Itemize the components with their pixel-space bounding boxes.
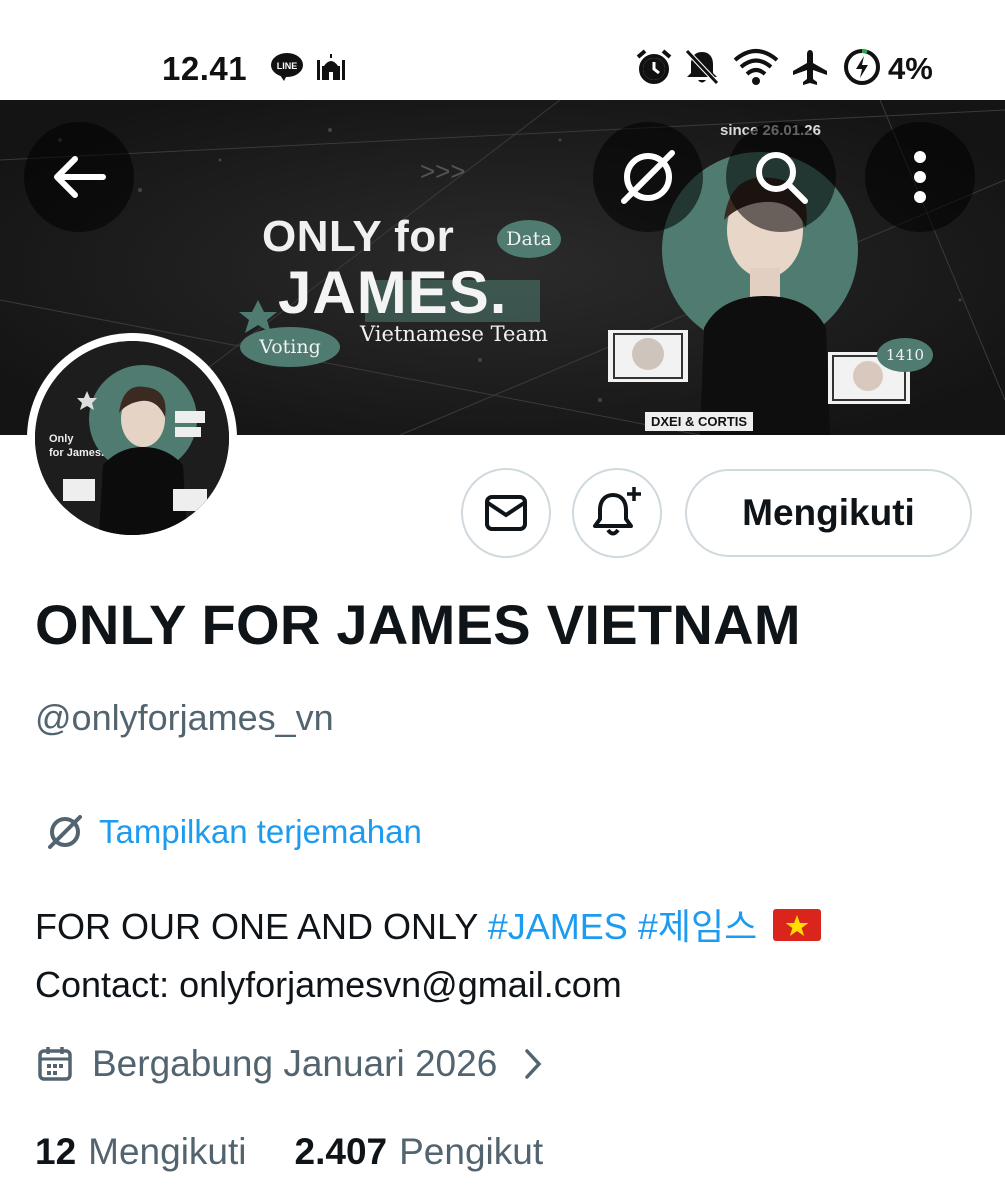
wifi-icon bbox=[733, 49, 779, 85]
translate-globe-icon bbox=[48, 815, 82, 849]
bell-plus-icon bbox=[593, 487, 641, 536]
alarm-icon bbox=[636, 49, 672, 84]
mosque-icon bbox=[317, 54, 345, 80]
search-icon bbox=[756, 152, 808, 204]
banner-voting-pill: Voting bbox=[240, 327, 340, 367]
status-time: 12.41 bbox=[162, 50, 248, 87]
join-date-row[interactable]: Bergabung Januari 2026 bbox=[38, 1043, 543, 1085]
notifications-button[interactable] bbox=[572, 468, 662, 558]
bio-line-1: FOR OUR ONE AND ONLY #JAMES #제임스 bbox=[35, 898, 822, 956]
envelope-icon bbox=[485, 495, 527, 531]
battery-percent: 4% bbox=[888, 51, 933, 86]
avatar-image: Only for James. bbox=[35, 341, 229, 535]
banner-number-badge: 1410 bbox=[877, 338, 933, 372]
banner-data-pill: Data bbox=[497, 220, 561, 258]
follow-stats: 12 Mengikuti 2.407 Pengikut bbox=[35, 1131, 543, 1173]
banner-thumb-left bbox=[608, 330, 688, 382]
back-button[interactable] bbox=[24, 122, 134, 232]
following-label: Mengikuti bbox=[88, 1131, 247, 1172]
battery-charging-icon bbox=[844, 49, 880, 85]
followers-count: 2.407 bbox=[294, 1131, 388, 1172]
line-badge-text: LINE bbox=[277, 61, 298, 71]
hashtag-link-korean[interactable]: #제임스 bbox=[638, 906, 757, 947]
banner-brand-tag: DXEI & CORTIS bbox=[645, 412, 754, 431]
translate-globe-icon bbox=[621, 150, 675, 204]
following-button[interactable]: Mengikuti bbox=[685, 469, 972, 557]
message-button[interactable] bbox=[461, 468, 551, 558]
avatar-caption-line1: Only bbox=[49, 433, 74, 445]
banner-team-text: Vietnamese Team bbox=[360, 322, 548, 346]
svg-text:>>>: >>> bbox=[420, 156, 466, 186]
profile-bio: FOR OUR ONE AND ONLY #JAMES #제임스 Contact… bbox=[35, 898, 822, 1014]
join-date-text: Bergabung Januari 2026 bbox=[92, 1043, 498, 1084]
profile-avatar[interactable]: Only for James. bbox=[27, 333, 237, 543]
display-name: ONLY FOR JAMES VIETNAM bbox=[35, 593, 801, 656]
followers-stat-link[interactable]: 2.407 Pengikut bbox=[295, 1131, 544, 1173]
hashtag-link-james[interactable]: #JAMES bbox=[488, 906, 628, 947]
profile-handle: @onlyforjames_vn bbox=[35, 697, 334, 738]
line-icon: LINE bbox=[271, 53, 303, 81]
bell-off-icon bbox=[685, 49, 719, 85]
followers-label: Pengikut bbox=[399, 1131, 544, 1172]
chevron-right-icon bbox=[525, 1049, 542, 1079]
following-count: 12 bbox=[35, 1131, 77, 1172]
translate-label: Tampilkan terjemahan bbox=[99, 813, 422, 850]
status-bar: 12.41 LINE 4% bbox=[0, 0, 1005, 100]
vietnam-flag-icon bbox=[773, 909, 822, 942]
calendar-icon bbox=[38, 1047, 72, 1081]
translate-profile-button[interactable] bbox=[593, 122, 703, 232]
bio-contact: Contact: onlyforjamesvn@gmail.com bbox=[35, 964, 622, 1005]
airplane-icon bbox=[793, 50, 827, 85]
avatar-caption-line2: for James. bbox=[49, 447, 105, 459]
banner-title-line2: JAMES. bbox=[278, 259, 508, 326]
search-button[interactable] bbox=[726, 122, 836, 232]
translate-bio-link[interactable]: Tampilkan terjemahan bbox=[45, 812, 422, 852]
following-stat-link[interactable]: 12 Mengikuti bbox=[35, 1131, 247, 1173]
more-options-button[interactable] bbox=[865, 122, 975, 232]
bio-text: FOR OUR ONE AND ONLY bbox=[35, 906, 488, 947]
more-vertical-icon bbox=[914, 151, 926, 203]
banner-title-line1: ONLY for bbox=[262, 212, 455, 261]
arrow-left-icon bbox=[54, 156, 106, 198]
